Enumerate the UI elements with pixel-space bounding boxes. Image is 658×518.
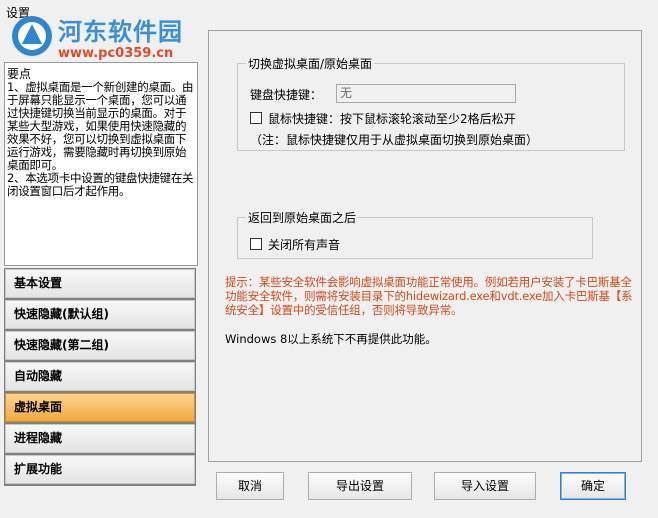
nav-item-virtual-desktop[interactable]: 虚拟桌面	[5, 393, 195, 422]
help-text: 1、虚拟桌面是一个新创建的桌面。由于屏幕只能显示一个桌面，您可以通过快捷键切换当…	[7, 80, 194, 198]
mute-all-label: 关闭所有声音	[268, 238, 341, 252]
mouse-hotkey-checkbox[interactable]	[250, 112, 262, 124]
switch-group-title: 切换虚拟桌面/原始桌面	[246, 55, 375, 72]
title-bar: 设置	[0, 0, 658, 22]
return-desktop-group: 返回到原始桌面之后 关闭所有声音	[237, 209, 593, 259]
window-title: 设置	[6, 6, 31, 20]
security-warning: 提示：某些安全软件会影响虚拟桌面功能正常使用。例如若用户安装了卡巴斯基全功能安全…	[225, 275, 633, 317]
mouse-hotkey-label: 鼠标快捷键：按下鼠标滚轮滚动至少2格后松开	[268, 112, 516, 126]
watermark-url: www.pc0359.cn	[58, 46, 174, 61]
nav-item-process-hide[interactable]: 进程隐藏	[5, 424, 195, 453]
mute-all-checkbox[interactable]	[250, 238, 262, 250]
os-note: Windows 8以上系统下不再提供此功能。	[225, 332, 437, 346]
nav-item-extensions[interactable]: 扩展功能	[5, 455, 195, 484]
nav-item-basic[interactable]: 基本设置	[5, 269, 195, 298]
nav-item-quick-hide-default[interactable]: 快速隐藏(默认组)	[5, 300, 195, 329]
hotkey-label: 键盘快捷键：	[250, 88, 323, 102]
nav-item-quick-hide-second[interactable]: 快速隐藏(第二组)	[5, 331, 195, 360]
switch-desktop-group: 切换虚拟桌面/原始桌面 键盘快捷键： 无 鼠标快捷键：按下鼠标滚轮滚动至少2格后…	[237, 55, 625, 151]
nav-panel: 基本设置 快速隐藏(默认组) 快速隐藏(第二组) 自动隐藏 虚拟桌面 进程隐藏 …	[4, 268, 196, 486]
mouse-hotkey-note: （注：鼠标快捷键仅用于从虚拟桌面切换到原始桌面）	[250, 133, 539, 147]
export-settings-button[interactable]: 导出设置	[308, 472, 412, 500]
hotkey-input[interactable]: 无	[336, 84, 516, 103]
settings-panel: 切换虚拟桌面/原始桌面 键盘快捷键： 无 鼠标快捷键：按下鼠标滚轮滚动至少2格后…	[208, 30, 642, 462]
cancel-button[interactable]: 取消	[216, 472, 284, 500]
help-box[interactable]: 要点 1、虚拟桌面是一个新创建的桌面。由于屏幕只能显示一个桌面，您可以通过快捷键…	[4, 62, 198, 266]
nav-item-auto-hide[interactable]: 自动隐藏	[5, 362, 195, 391]
return-group-title: 返回到原始桌面之后	[246, 209, 359, 226]
ok-button[interactable]: 确定	[560, 472, 626, 500]
import-settings-button[interactable]: 导入设置	[434, 472, 536, 500]
